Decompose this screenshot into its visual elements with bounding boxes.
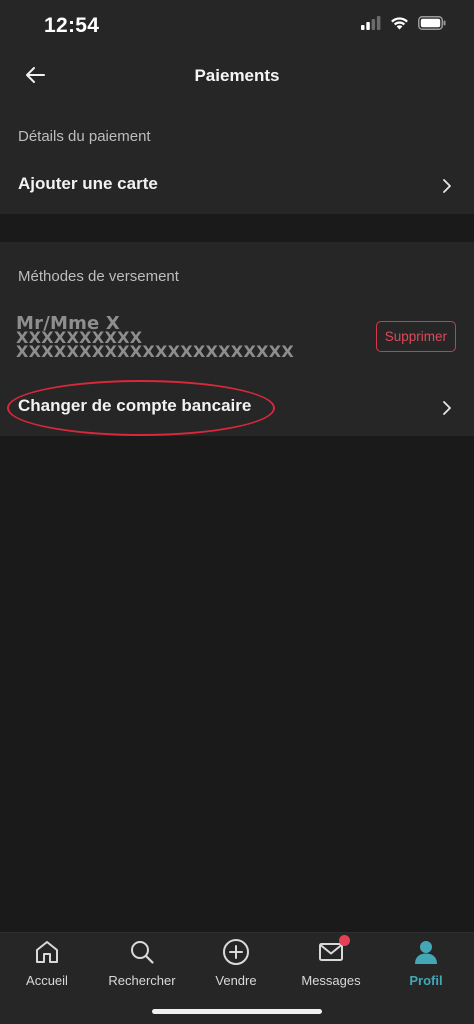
tab-profile[interactable]: Profil [379,937,473,997]
chevron-right-icon [440,176,454,196]
account-iban-line: XXXXXXXXXXXXXXXXXXXXXX [16,342,294,361]
search-icon [127,937,157,967]
tab-messages-label: Messages [301,973,361,988]
tab-home-label: Accueil [26,973,68,988]
plus-circle-icon [221,937,251,967]
page-title: Paiements [194,66,280,85]
battery-icon [418,16,446,35]
add-card-label: Ajouter une carte [18,174,158,193]
status-icons [361,16,446,35]
tab-home[interactable]: Accueil [0,937,94,997]
highlight-annotation [7,380,275,436]
tab-profile-label: Profil [409,973,443,988]
tab-messages[interactable]: Messages [284,935,378,997]
status-time: 12:54 [44,14,100,37]
home-indicator [152,1009,322,1014]
notification-badge [339,935,350,946]
wifi-icon [390,16,409,35]
payout-methods-label: Méthodes de versement [18,268,179,285]
status-bar: 12:54 [0,0,474,52]
delete-account-button[interactable]: Supprimer [375,321,456,352]
payment-details-section: Détails du paiement Ajouter une carte [0,102,474,214]
payments-screen: 12:54 Paiements Détails du paiement Ajou… [0,0,474,1024]
payment-details-label: Détails du paiement [18,128,151,145]
tab-search-label: Rechercher [108,973,176,988]
bank-account-info: Mr/Mme X XXXXXXXXXX XXXXXXXXXXXXXXXXXXXX… [16,315,316,361]
tab-sell[interactable]: Vendre [189,937,283,997]
payout-methods-section: Méthodes de versement Mr/Mme X XXXXXXXXX… [0,242,474,436]
tab-search[interactable]: Rechercher [95,937,189,997]
mail-icon [316,935,350,967]
tab-sell-label: Vendre [215,973,257,988]
home-icon [32,937,62,967]
add-card-row[interactable]: Ajouter une carte [0,162,474,210]
cellular-signal-icon [361,16,381,35]
navigation-header: Paiements [0,52,474,102]
chevron-right-icon [440,398,454,418]
person-icon [411,937,441,967]
